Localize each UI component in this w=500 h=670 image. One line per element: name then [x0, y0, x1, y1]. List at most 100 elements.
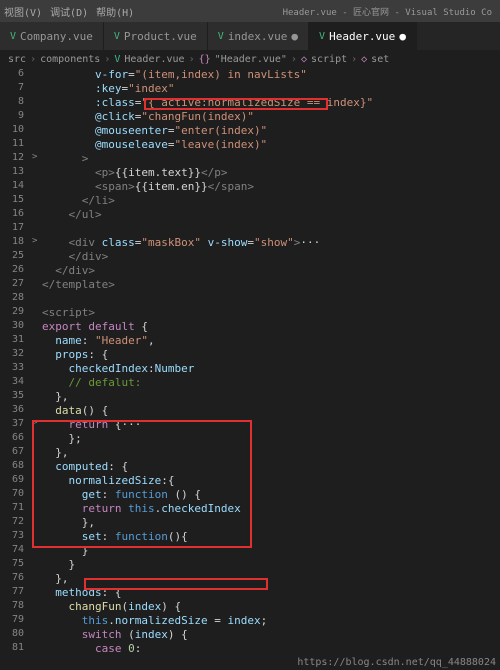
code-content[interactable]: }	[42, 558, 75, 572]
code-content[interactable]: <div class="maskBox" v-show="show">···	[42, 236, 320, 250]
fold-icon[interactable]	[32, 488, 42, 502]
code-line[interactable]: 17	[0, 222, 500, 236]
fold-icon[interactable]	[32, 208, 42, 222]
code-content[interactable]: @mouseleave="leave(index)"	[42, 138, 267, 152]
code-content[interactable]: name: "Header",	[42, 334, 155, 348]
code-line[interactable]: 36 data() {	[0, 404, 500, 418]
fold-icon[interactable]	[32, 404, 42, 418]
tab[interactable]: VHeader.vue●	[309, 22, 417, 50]
fold-icon[interactable]	[32, 348, 42, 362]
fold-icon[interactable]	[32, 530, 42, 544]
code-line[interactable]: 32 props: {	[0, 348, 500, 362]
code-content[interactable]: >	[42, 152, 88, 166]
fold-icon[interactable]	[32, 432, 42, 446]
code-line[interactable]: 6 v-for="(item,index) in navLists"	[0, 68, 500, 82]
fold-icon[interactable]	[32, 222, 42, 236]
code-line[interactable]: 35 },	[0, 390, 500, 404]
fold-icon[interactable]	[32, 138, 42, 152]
code-content[interactable]: },	[42, 446, 69, 460]
code-content[interactable]: },	[42, 572, 69, 586]
code-content[interactable]: @click="changFun(index)"	[42, 110, 254, 124]
code-line[interactable]: 74 }	[0, 544, 500, 558]
code-content[interactable]: get: function () {	[42, 488, 201, 502]
code-content[interactable]: checkedIndex:Number	[42, 362, 194, 376]
code-line[interactable]: 76 },	[0, 572, 500, 586]
code-content[interactable]: changFun(index) {	[42, 600, 181, 614]
code-line[interactable]: 67 },	[0, 446, 500, 460]
fold-icon[interactable]: >	[32, 236, 42, 250]
code-line[interactable]: 81 case 0:	[0, 642, 500, 656]
fold-icon[interactable]	[32, 180, 42, 194]
code-line[interactable]: 14 <span>{{item.en}}</span>	[0, 180, 500, 194]
code-content[interactable]: v-for="(item,index) in navLists"	[42, 68, 307, 82]
code-content[interactable]: <script>	[42, 306, 95, 320]
code-line[interactable]: 13 <p>{{item.text}}</p>	[0, 166, 500, 180]
fold-icon[interactable]	[32, 124, 42, 138]
code-line[interactable]: 18> <div class="maskBox" v-show="show">·…	[0, 236, 500, 250]
fold-icon[interactable]	[32, 502, 42, 516]
code-line[interactable]: 80 switch (index) {	[0, 628, 500, 642]
code-line[interactable]: 16 </ul>	[0, 208, 500, 222]
code-line[interactable]: 37> return {···	[0, 418, 500, 432]
fold-icon[interactable]	[32, 320, 42, 334]
code-content[interactable]: }	[42, 544, 88, 558]
code-line[interactable]: 71 return this.checkedIndex	[0, 502, 500, 516]
fold-icon[interactable]	[32, 166, 42, 180]
code-content[interactable]: computed: {	[42, 460, 128, 474]
fold-icon[interactable]	[32, 614, 42, 628]
code-line[interactable]: 69 normalizedSize:{	[0, 474, 500, 488]
code-content[interactable]: // defalut:	[42, 376, 141, 390]
code-line[interactable]: 73 set: function(){	[0, 530, 500, 544]
fold-icon[interactable]	[32, 250, 42, 264]
fold-icon[interactable]	[32, 642, 42, 656]
fold-icon[interactable]	[32, 68, 42, 82]
code-line[interactable]: 27</template>	[0, 278, 500, 292]
breadcrumb[interactable]: src› components› VHeader.vue› {}"Header.…	[0, 50, 500, 68]
fold-icon[interactable]	[32, 586, 42, 600]
fold-icon[interactable]	[32, 82, 42, 96]
code-content[interactable]: },	[42, 390, 69, 404]
code-line[interactable]: 15 </li>	[0, 194, 500, 208]
code-content[interactable]: switch (index) {	[42, 628, 188, 642]
code-content[interactable]: export default {	[42, 320, 148, 334]
code-line[interactable]: 75 }	[0, 558, 500, 572]
fold-icon[interactable]	[32, 292, 42, 306]
menu-view[interactable]: 视图(V)	[4, 4, 42, 19]
fold-icon[interactable]	[32, 264, 42, 278]
fold-icon[interactable]: >	[32, 152, 42, 166]
code-line[interactable]: 25 </div>	[0, 250, 500, 264]
code-content[interactable]: <p>{{item.text}}</p>	[42, 166, 227, 180]
code-content[interactable]: };	[42, 432, 82, 446]
fold-icon[interactable]	[32, 516, 42, 530]
code-content[interactable]: :key="index"	[42, 82, 174, 96]
code-line[interactable]: 10 @mouseenter="enter(index)"	[0, 124, 500, 138]
fold-icon[interactable]	[32, 628, 42, 642]
code-content[interactable]: </div>	[42, 264, 95, 278]
code-line[interactable]: 66 };	[0, 432, 500, 446]
fold-icon[interactable]	[32, 362, 42, 376]
code-content[interactable]: return {···	[42, 418, 141, 432]
fold-icon[interactable]	[32, 558, 42, 572]
code-line[interactable]: 11 @mouseleave="leave(index)"	[0, 138, 500, 152]
fold-icon[interactable]	[32, 600, 42, 614]
fold-icon[interactable]	[32, 446, 42, 460]
code-line[interactable]: 70 get: function () {	[0, 488, 500, 502]
fold-icon[interactable]	[32, 110, 42, 124]
code-editor[interactable]: 6 v-for="(item,index) in navLists"7 :key…	[0, 68, 500, 656]
fold-icon[interactable]: >	[32, 418, 42, 432]
fold-icon[interactable]	[32, 96, 42, 110]
code-line[interactable]: 33 checkedIndex:Number	[0, 362, 500, 376]
fold-icon[interactable]	[32, 474, 42, 488]
code-content[interactable]: props: {	[42, 348, 108, 362]
code-line[interactable]: 26 </div>	[0, 264, 500, 278]
code-content[interactable]: return this.checkedIndex	[42, 502, 241, 516]
code-line[interactable]: 12> >	[0, 152, 500, 166]
code-content[interactable]: methods: {	[42, 586, 121, 600]
code-line[interactable]: 8 :class="{ active:normalizedSize == ind…	[0, 96, 500, 110]
fold-icon[interactable]	[32, 194, 42, 208]
code-line[interactable]: 28	[0, 292, 500, 306]
code-content[interactable]: </li>	[42, 194, 115, 208]
code-line[interactable]: 29<script>	[0, 306, 500, 320]
code-line[interactable]: 79 this.normalizedSize = index;	[0, 614, 500, 628]
code-content[interactable]: :class="{ active:normalizedSize == index…	[42, 96, 373, 110]
